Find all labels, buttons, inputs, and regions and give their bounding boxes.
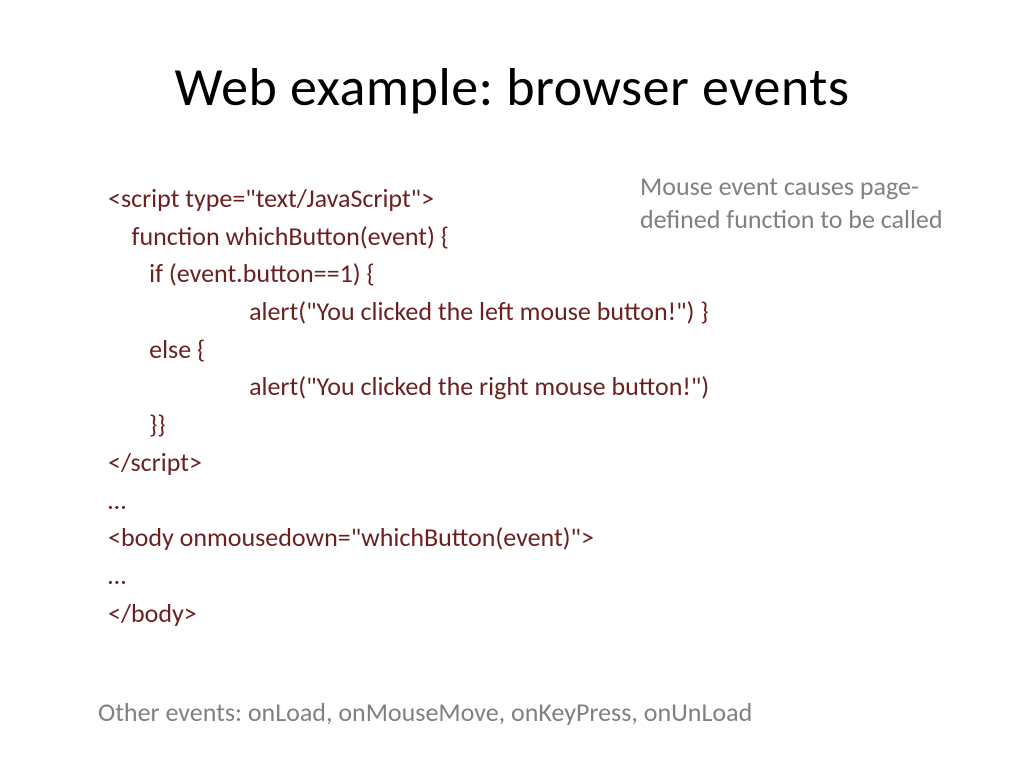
code-line: </script> [108, 446, 202, 478]
code-line: }} [108, 408, 166, 440]
code-line: <body onmousedown="whichButton(event)"> [108, 521, 594, 553]
code-block: <script type="text/JavaScript"> function… [108, 180, 928, 632]
code-line: </body> [108, 597, 197, 629]
slide-title: Web example: browser events [0, 54, 1024, 120]
code-line: … [108, 484, 126, 516]
code-line: … [108, 559, 126, 591]
code-line: if (event.button==1) { [108, 257, 375, 289]
code-line: alert("You clicked the right mouse butto… [108, 370, 709, 402]
code-line: <script type="text/JavaScript"> [108, 182, 434, 214]
code-line: else { [108, 333, 205, 365]
code-line: alert("You clicked the left mouse button… [108, 295, 709, 327]
code-line: function whichButton(event) { [108, 220, 449, 252]
slide: Web example: browser events Mouse event … [0, 0, 1024, 768]
footer-note: Other events: onLoad, onMouseMove, onKey… [98, 696, 958, 728]
